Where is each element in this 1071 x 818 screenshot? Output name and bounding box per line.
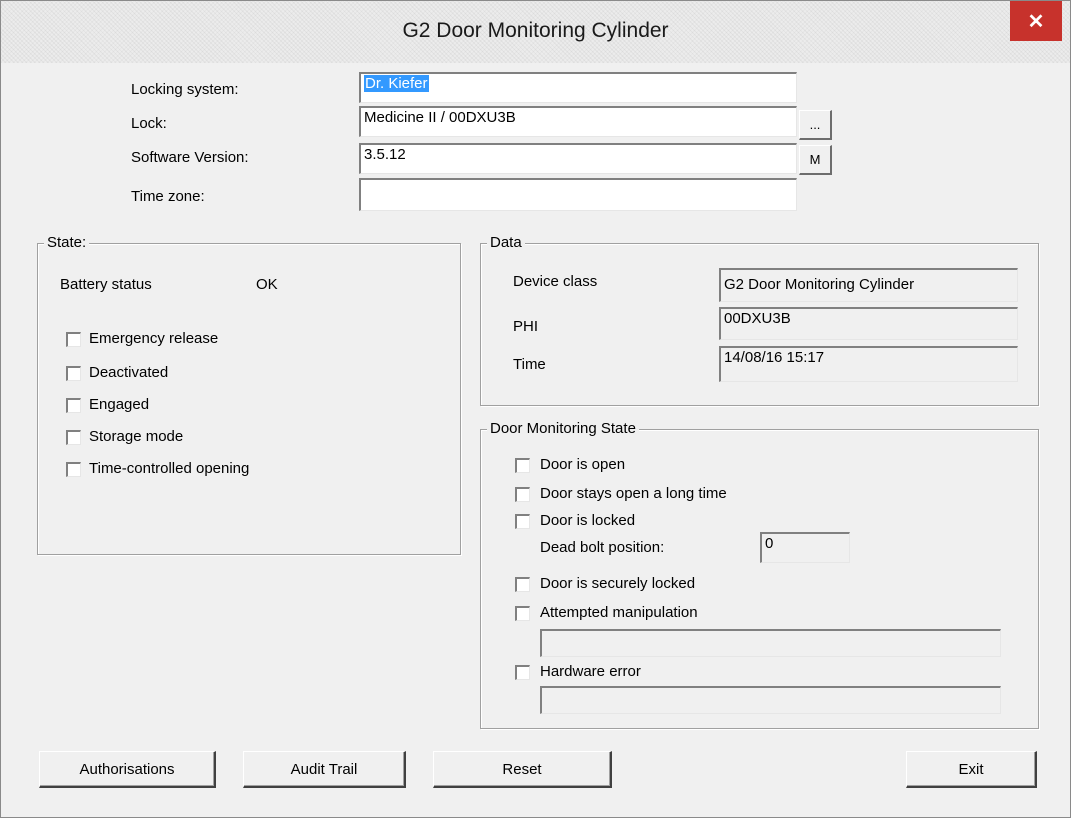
state-group: State: Battery status OK Emergency relea… — [37, 234, 461, 555]
dead-bolt-position-field: 0 — [760, 532, 850, 563]
door-is-open-checkbox[interactable] — [515, 458, 530, 473]
door-is-locked-checkbox[interactable] — [515, 514, 530, 529]
software-version-input[interactable]: 3.5.12 — [359, 143, 797, 174]
window-title: G2 Door Monitoring Cylinder — [402, 19, 669, 42]
attempted-manipulation-label[interactable]: Attempted manipulation — [540, 604, 698, 621]
locking-system-input[interactable]: Dr. Kiefer — [359, 72, 797, 103]
engaged-label[interactable]: Engaged — [89, 396, 149, 413]
battery-status-value: OK — [256, 276, 278, 293]
software-version-label: Software Version: — [131, 149, 249, 166]
time-field: 14/08/16 15:17 — [719, 346, 1018, 382]
lock-browse-button[interactable]: ... — [799, 110, 832, 140]
door-is-locked-label[interactable]: Door is locked — [540, 512, 635, 529]
storage-mode-label[interactable]: Storage mode — [89, 428, 183, 445]
locking-system-value: Dr. Kiefer — [364, 75, 429, 92]
state-group-title: State: — [44, 234, 90, 251]
emergency-release-checkbox[interactable] — [66, 332, 81, 347]
phi-field: 00DXU3B — [719, 307, 1018, 340]
door-monitoring-group: Door Monitoring State Door is open Door … — [480, 420, 1039, 729]
door-is-open-label[interactable]: Door is open — [540, 456, 625, 473]
door-stays-open-checkbox[interactable] — [515, 487, 530, 502]
phi-label: PHI — [513, 318, 539, 335]
audit-trail-button[interactable]: Audit Trail — [243, 751, 406, 788]
close-button[interactable]: ✕ — [1010, 1, 1062, 41]
door-stays-open-label[interactable]: Door stays open a long time — [540, 485, 727, 502]
emergency-release-label[interactable]: Emergency release — [89, 330, 218, 347]
authorisations-button[interactable]: Authorisations — [39, 751, 216, 788]
battery-status-label: Battery status — [60, 276, 152, 293]
dialog-window: G2 Door Monitoring Cylinder ✕ Locking sy… — [0, 0, 1071, 818]
lock-label: Lock: — [131, 115, 167, 132]
close-icon: ✕ — [1027, 10, 1045, 33]
storage-mode-checkbox[interactable] — [66, 430, 81, 445]
deactivated-label[interactable]: Deactivated — [89, 364, 168, 381]
deactivated-checkbox[interactable] — [66, 366, 81, 381]
door-securely-locked-checkbox[interactable] — [515, 577, 530, 592]
hardware-error-label[interactable]: Hardware error — [540, 663, 641, 680]
lock-input[interactable]: Medicine II / 00DXU3B — [359, 106, 797, 137]
dead-bolt-position-label: Dead bolt position: — [540, 539, 665, 556]
door-securely-locked-label[interactable]: Door is securely locked — [540, 575, 695, 592]
time-controlled-opening-checkbox[interactable] — [66, 462, 81, 477]
device-class-label: Device class — [513, 273, 598, 290]
reset-button[interactable]: Reset — [433, 751, 612, 788]
time-zone-input[interactable] — [359, 178, 797, 211]
attempted-manipulation-checkbox[interactable] — [515, 606, 530, 621]
title-bar[interactable]: G2 Door Monitoring Cylinder ✕ — [1, 1, 1070, 63]
exit-button[interactable]: Exit — [906, 751, 1037, 788]
dialog-client-area: Locking system: Dr. Kiefer Lock: Medicin… — [13, 63, 1061, 807]
hardware-error-checkbox[interactable] — [515, 665, 530, 680]
data-group: Data Device class G2 Door Monitoring Cyl… — [480, 234, 1039, 406]
door-monitoring-group-title: Door Monitoring State — [487, 420, 639, 437]
attempted-manipulation-field — [540, 629, 1001, 657]
locking-system-label: Locking system: — [131, 81, 239, 98]
software-version-m-button[interactable]: M — [799, 145, 832, 175]
data-group-title: Data — [487, 234, 525, 251]
time-label: Time — [513, 356, 546, 373]
hardware-error-field — [540, 686, 1001, 714]
time-zone-label: Time zone: — [131, 188, 205, 205]
time-controlled-opening-label[interactable]: Time-controlled opening — [89, 460, 249, 477]
device-class-field: G2 Door Monitoring Cylinder — [719, 268, 1018, 302]
engaged-checkbox[interactable] — [66, 398, 81, 413]
